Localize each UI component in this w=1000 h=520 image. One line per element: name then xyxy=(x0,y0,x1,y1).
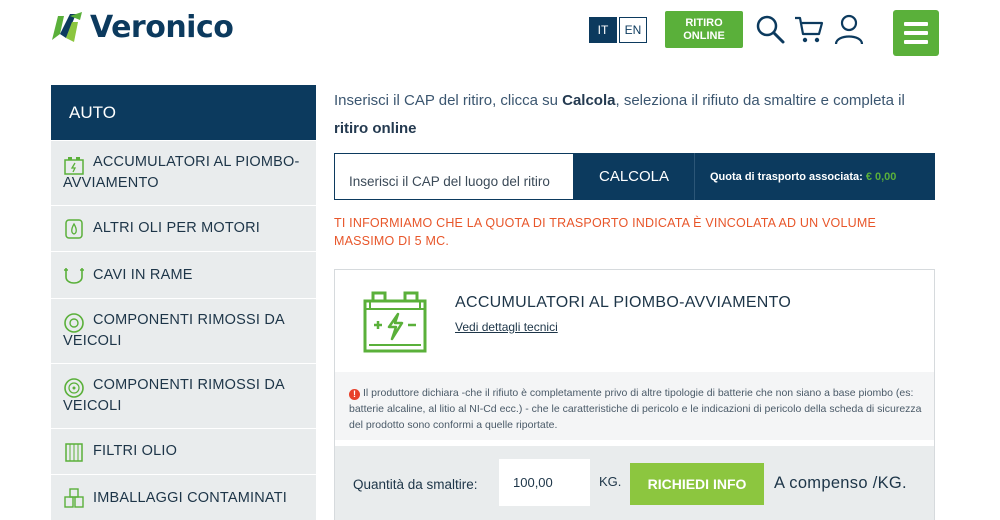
sidebar-title: AUTO xyxy=(51,85,316,140)
volume-notice: TI INFORMIAMO CHE LA QUOTA DI TRASPORTO … xyxy=(334,216,877,248)
compenso-label: A compenso /KG. xyxy=(774,474,907,492)
intro-text: Inserisci il CAP del ritiro, clicca su C… xyxy=(334,87,939,143)
sidebar-item-componenti-1[interactable]: COMPONENTI RIMOSSI DA VEICOLI xyxy=(51,298,316,363)
sidebar-item-oli[interactable]: ALTRI OLI PER MOTORI xyxy=(51,205,316,251)
richiedi-info-button[interactable]: RICHIEDI INFO xyxy=(630,463,764,505)
cap-calculator: CALCOLA Quota di trasporto associata: € … xyxy=(334,153,935,200)
packaging-icon xyxy=(64,488,84,508)
site-header: Veronico IT EN RITIRO ONLINE xyxy=(0,0,1000,70)
sidebar-item-label: ALTRI OLI PER MOTORI xyxy=(93,220,261,236)
quota-value: € 0,00 xyxy=(865,170,897,183)
quota-label: Quota di trasporto associata: xyxy=(710,170,863,183)
quota-trasporto: Quota di trasporto associata: € 0,00 xyxy=(710,153,896,200)
quantity-label: Quantità da smaltire: xyxy=(353,477,478,492)
sidebar-item-label: ACCUMULATORI AL PIOMBO-AVVIAMENTO xyxy=(63,154,300,191)
sidebar-item-label: IMBALLAGGI CONTAMINATI xyxy=(93,490,287,506)
producer-disclaimer: ! Il produttore dichiara -che il rifiuto … xyxy=(335,372,934,440)
logo-text: Veronico xyxy=(90,9,234,45)
ritiro-online-button[interactable]: RITIRO ONLINE xyxy=(665,11,743,48)
wheel-icon xyxy=(64,378,84,398)
site-logo[interactable]: Veronico xyxy=(48,8,234,46)
product-title: ACCUMULATORI AL PIOMBO-AVVIAMENTO xyxy=(455,294,792,311)
category-sidebar: AUTO ACCUMULATORI AL PIOMBO-AVVIAMENTO A… xyxy=(51,85,316,520)
sidebar-item-label: COMPONENTI RIMOSSI DA VEICOLI xyxy=(63,312,285,349)
menu-icon[interactable] xyxy=(893,10,939,56)
quantity-row: Quantità da smaltire: KG. RICHIEDI INFO … xyxy=(335,446,934,520)
cable-icon xyxy=(64,268,84,284)
ritiro-label-line1: RITIRO xyxy=(685,16,723,29)
sidebar-item-accumulatori[interactable]: ACCUMULATORI AL PIOMBO-AVVIAMENTO xyxy=(51,140,316,205)
quantity-input[interactable] xyxy=(499,459,590,506)
oil-drop-icon xyxy=(65,219,83,239)
cap-input[interactable] xyxy=(335,154,573,199)
lang-en-button[interactable]: EN xyxy=(619,17,647,43)
ritiro-label-line2: ONLINE xyxy=(683,29,725,42)
cap-divider xyxy=(694,153,695,200)
intro-bold2: ritiro online xyxy=(334,120,417,137)
quantity-unit: KG. xyxy=(599,474,622,489)
lang-it-button[interactable]: IT xyxy=(589,17,617,43)
sidebar-item-imballaggi[interactable]: IMBALLAGGI CONTAMINATI xyxy=(51,474,316,520)
sidebar-item-label: FILTRI OLIO xyxy=(93,443,178,459)
sidebar-item-filtri[interactable]: FILTRI OLIO xyxy=(51,428,316,474)
warning-icon: ! xyxy=(349,389,360,400)
battery-icon xyxy=(64,157,84,175)
cart-icon[interactable] xyxy=(793,13,825,45)
intro-bold1: Calcola xyxy=(562,92,616,109)
search-icon[interactable] xyxy=(754,13,786,45)
intro-part2: , seleziona il rifiuto da smaltire e com… xyxy=(615,92,905,109)
tire-icon xyxy=(64,313,84,333)
sidebar-item-componenti-2[interactable]: COMPONENTI RIMOSSI DA VEICOLI xyxy=(51,363,316,428)
technical-details-link[interactable]: Vedi dettagli tecnici xyxy=(455,320,558,334)
disclaimer-text: Il produttore dichiara -che il rifiuto è… xyxy=(349,387,922,431)
sidebar-item-cavi[interactable]: CAVI IN RAME xyxy=(51,251,316,298)
calcola-button[interactable]: CALCOLA xyxy=(574,153,694,200)
logo-mark-icon xyxy=(52,12,82,42)
sidebar-item-label: COMPONENTI RIMOSSI DA VEICOLI xyxy=(63,377,285,414)
intro-part1: Inserisci il CAP del ritiro, clicca su xyxy=(334,92,563,109)
sidebar-item-label: CAVI IN RAME xyxy=(93,267,193,283)
battery-icon xyxy=(363,291,427,353)
product-card: ACCUMULATORI AL PIOMBO-AVVIAMENTO Vedi d… xyxy=(334,269,935,520)
user-icon[interactable] xyxy=(833,13,865,45)
filter-icon xyxy=(65,443,83,462)
